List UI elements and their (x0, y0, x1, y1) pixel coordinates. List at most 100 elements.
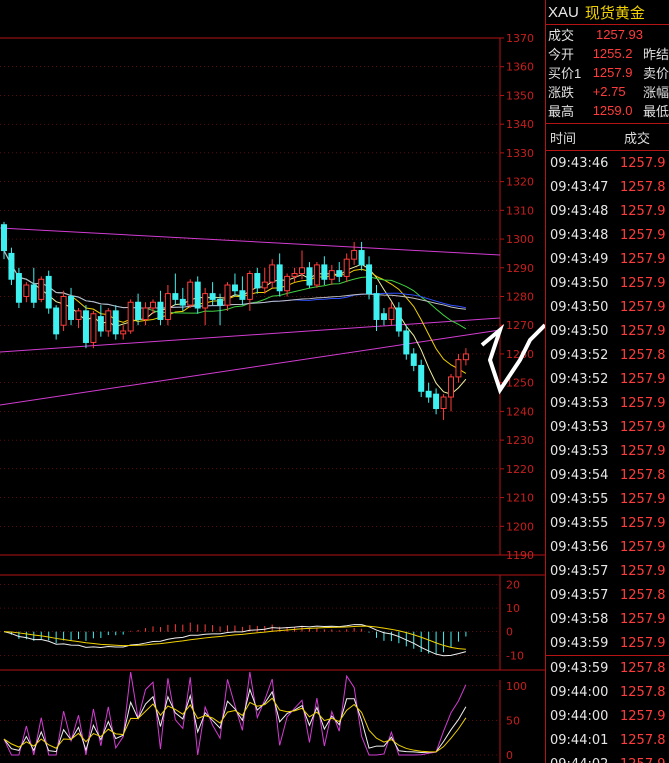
tick-row[interactable]: 09:43:52 1257.8 (546, 343, 669, 367)
tick-list[interactable]: 09:43:46 1257.9 09:43:47 1257.8 09:43:48 1257… (546, 151, 669, 763)
tick-row[interactable]: 09:43:52 1257.9 (546, 367, 669, 391)
tick-row[interactable]: 09:43:55 1257.9 (546, 511, 669, 535)
tick-price: 1257.9 (620, 563, 666, 579)
tick-price: 1257.8 (620, 587, 666, 603)
tick-price: 1257.9 (620, 443, 666, 459)
symbol-code: XAU (548, 3, 579, 21)
tick-price: 1257.9 (620, 371, 666, 387)
candle-body (202, 293, 209, 309)
candle-body (1, 224, 7, 252)
candle-body (276, 264, 283, 292)
candle-body (269, 264, 276, 283)
tick-time: 09:43:59 (550, 660, 609, 676)
candle-body (209, 293, 216, 300)
tick-row[interactable]: 09:43:50 1257.9 (546, 271, 669, 295)
candle-body (313, 264, 320, 286)
quote-row: 买价1 1257.9 卖价 (546, 63, 669, 82)
tick-time: 09:44:00 (550, 708, 609, 724)
price-tick-label: 1310 (506, 204, 534, 217)
tick-row[interactable]: 09:43:57 1257.9 (546, 559, 669, 583)
tick-row[interactable]: 09:43:55 1257.9 (546, 487, 669, 511)
candle-body (112, 310, 119, 335)
price-tick-label: 1350 (506, 89, 534, 102)
tick-row[interactable]: 09:43:50 1257.9 (546, 319, 669, 343)
candle-body (97, 316, 104, 332)
tick-time: 09:43:53 (550, 395, 609, 411)
macd-tick-label: 10 (506, 602, 520, 615)
candle-body (187, 281, 194, 306)
tick-time: 09:43:57 (550, 587, 609, 603)
price-tick-label: 1290 (506, 262, 534, 275)
tick-row[interactable]: 09:43:48 1257.9 (546, 223, 669, 247)
tick-row[interactable]: 09:44:00 1257.8 (546, 680, 669, 704)
tick-time: 09:43:50 (550, 299, 609, 315)
tick-row[interactable]: 09:43:56 1257.9 (546, 535, 669, 559)
tick-row[interactable]: 09:43:49 1257.9 (546, 247, 669, 271)
tick-price: 1257.9 (620, 708, 666, 724)
trendline-mid[interactable] (0, 317, 501, 353)
tick-row[interactable]: 09:43:53 1257.9 (546, 415, 669, 439)
candle-body (261, 281, 268, 289)
tick-time: 09:43:52 (550, 371, 609, 387)
tick-row[interactable]: 09:43:48 1257.9 (546, 199, 669, 223)
trendline-lower[interactable] (0, 329, 501, 406)
tick-time: 09:43:56 (550, 539, 609, 555)
quote-label: 最高 (548, 104, 575, 119)
quote-label: 成交 (548, 28, 575, 43)
candle-body (246, 273, 253, 300)
candle-body (224, 284, 231, 306)
candle-body (164, 293, 171, 320)
tick-row[interactable]: 09:43:47 1257.8 (546, 175, 669, 199)
candle-body (194, 281, 201, 309)
oscillator-panel: 0 50 100 (0, 671, 527, 763)
candles (1, 221, 469, 421)
tick-time: 09:43:48 (550, 203, 609, 219)
price-tick-label: 1240 (506, 405, 534, 418)
quote-label: 今开 (548, 47, 575, 62)
price-tick-label: 1300 (506, 233, 534, 246)
candle-body (455, 359, 462, 378)
tick-price: 1257.8 (620, 179, 666, 195)
tick-price: 1257.9 (620, 323, 666, 339)
symbol-header[interactable]: XAU 现货黄金 (546, 0, 669, 25)
tick-time: 09:43:55 (550, 515, 609, 531)
candle-body (82, 310, 89, 343)
trendline-upper[interactable] (0, 227, 501, 256)
tick-row[interactable]: 09:44:01 1257.8 (546, 728, 669, 752)
candle-body (231, 284, 238, 292)
tick-row[interactable]: 09:43:53 1257.9 (546, 391, 669, 415)
tick-price: 1257.9 (620, 395, 666, 411)
tick-time: 09:43:57 (550, 563, 609, 579)
tick-row[interactable]: 09:43:59 1257.9 (546, 631, 669, 655)
tick-price: 1257.8 (620, 684, 666, 700)
tick-price: 1257.9 (620, 757, 666, 763)
quote-summary: 成交 1257.93 今开 1255.2 昨结 买价1 1257.9 卖价 涨跌… (546, 25, 669, 124)
candle-body (448, 376, 454, 398)
quote-label: 涨跌 (548, 85, 575, 100)
tick-row[interactable]: 09:43:50 1257.9 (546, 295, 669, 319)
tick-row[interactable]: 09:43:59 1257.8 (546, 656, 669, 680)
tick-time: 09:44:02 (546, 757, 620, 763)
tick-time: 09:43:50 (550, 275, 609, 291)
tick-row[interactable]: 09:44:021257.9 (546, 752, 669, 763)
price-tick-label: 1360 (506, 61, 534, 74)
tick-row[interactable]: 09:43:53 1257.9 (546, 439, 669, 463)
candle-body (120, 330, 127, 335)
tick-row[interactable]: 09:43:54 1257.8 (546, 463, 669, 487)
tick-time: 09:43:59 (550, 635, 609, 651)
quote-label-2: 昨结 (642, 47, 669, 62)
candle-body (8, 252, 15, 280)
candle-body (15, 273, 22, 303)
osc-j-line (3, 671, 467, 756)
tick-row[interactable]: 09:43:57 1257.8 (546, 583, 669, 607)
candle-body (150, 301, 156, 309)
candle-body (343, 258, 350, 277)
kline-chart[interactable]: 1190120012101220123012401250126012701280… (0, 0, 545, 763)
tick-row[interactable]: 09:44:00 1257.9 (546, 704, 669, 728)
candle-body (418, 364, 425, 392)
tick-row[interactable]: 09:43:58 1257.9 (546, 607, 669, 631)
candle-body (45, 275, 52, 309)
candle-body (90, 313, 97, 343)
tick-time: 09:43:58 (550, 611, 609, 627)
tick-row[interactable]: 09:43:46 1257.9 (546, 151, 669, 175)
